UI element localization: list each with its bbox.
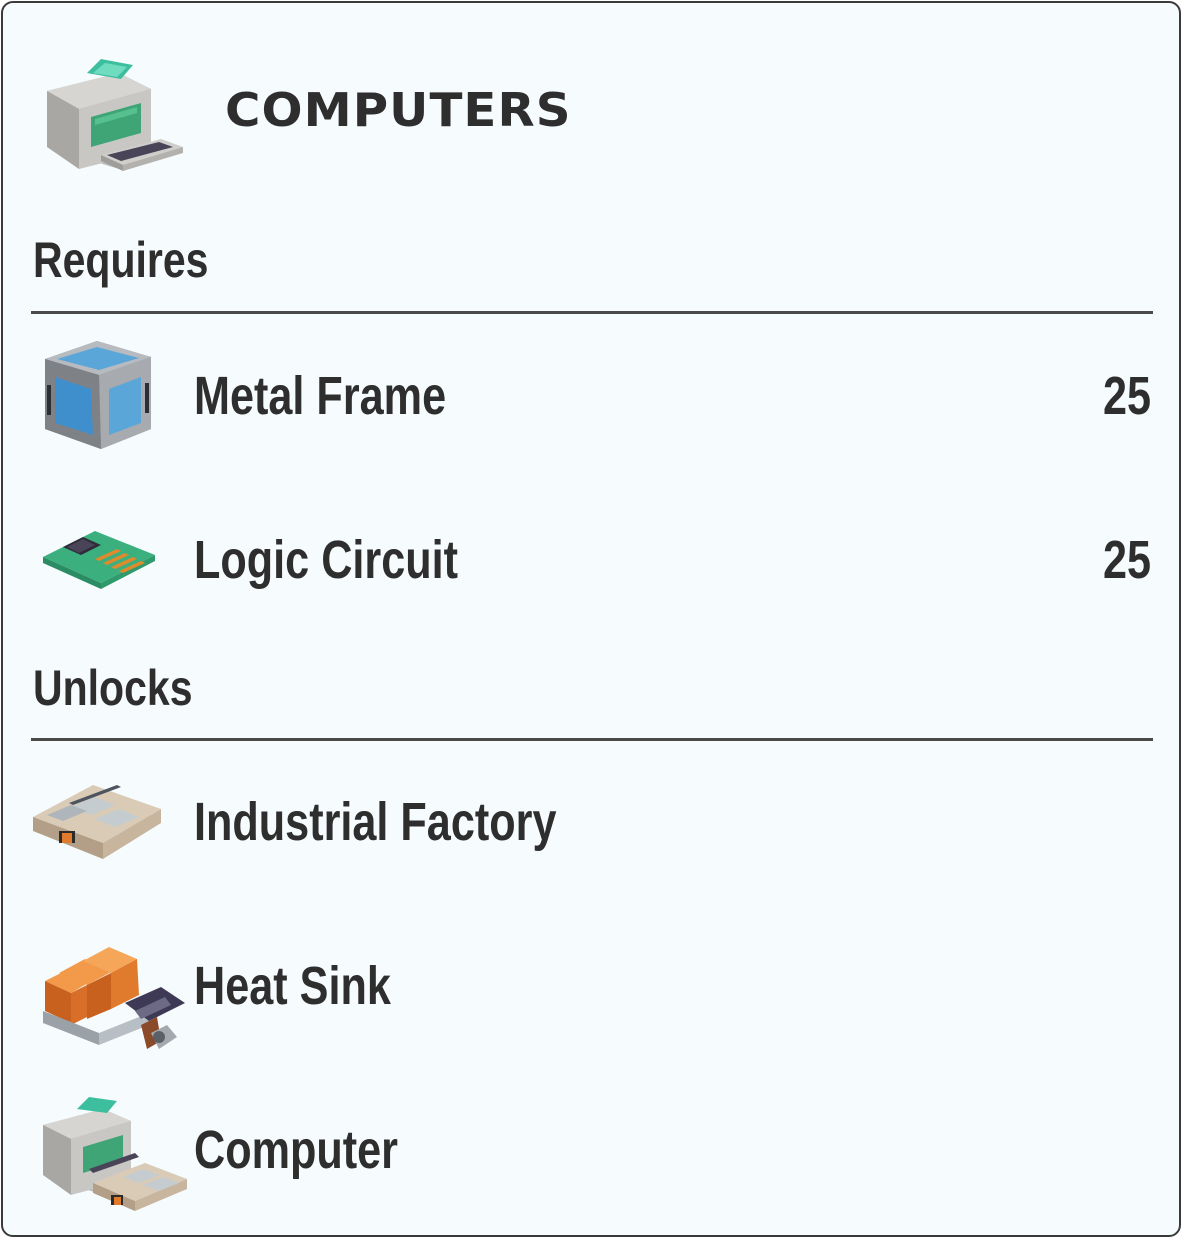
page-title: COMPUTERS	[225, 83, 572, 137]
requirement-count: 25	[1102, 530, 1151, 590]
requirement-label: Metal Frame	[194, 366, 447, 426]
requirement-count: 25	[1102, 366, 1151, 426]
tech-tooltip-panel: COMPUTERS Requires Metal Frame 25 Logic …	[1, 1, 1181, 1237]
unlock-item-computer: Computer	[3, 1083, 1179, 1213]
tooltip-header: COMPUTERS	[3, 3, 1179, 203]
unlock-item-heat-sink: Heat Sink	[3, 919, 1179, 1049]
requirement-item-logic-circuit: Logic Circuit 25	[3, 493, 1179, 623]
metal-frame-icon	[45, 341, 151, 449]
unlock-label: Industrial Factory	[194, 792, 557, 852]
logic-circuit-icon	[43, 531, 155, 589]
computer-icon	[47, 59, 183, 171]
industrial-factory-icon	[33, 785, 161, 859]
unlock-label: Computer	[194, 1120, 398, 1180]
requires-divider	[31, 311, 1153, 314]
unlocks-divider	[31, 738, 1153, 741]
computer-icon	[43, 1097, 187, 1211]
requirement-label: Logic Circuit	[194, 530, 459, 590]
heat-sink-icon	[43, 947, 185, 1049]
requires-heading: Requires	[33, 232, 209, 288]
unlocks-heading: Unlocks	[33, 660, 193, 716]
unlock-item-industrial-factory: Industrial Factory	[3, 755, 1179, 885]
requirement-item-metal-frame: Metal Frame 25	[3, 329, 1179, 459]
unlock-label: Heat Sink	[194, 956, 391, 1016]
